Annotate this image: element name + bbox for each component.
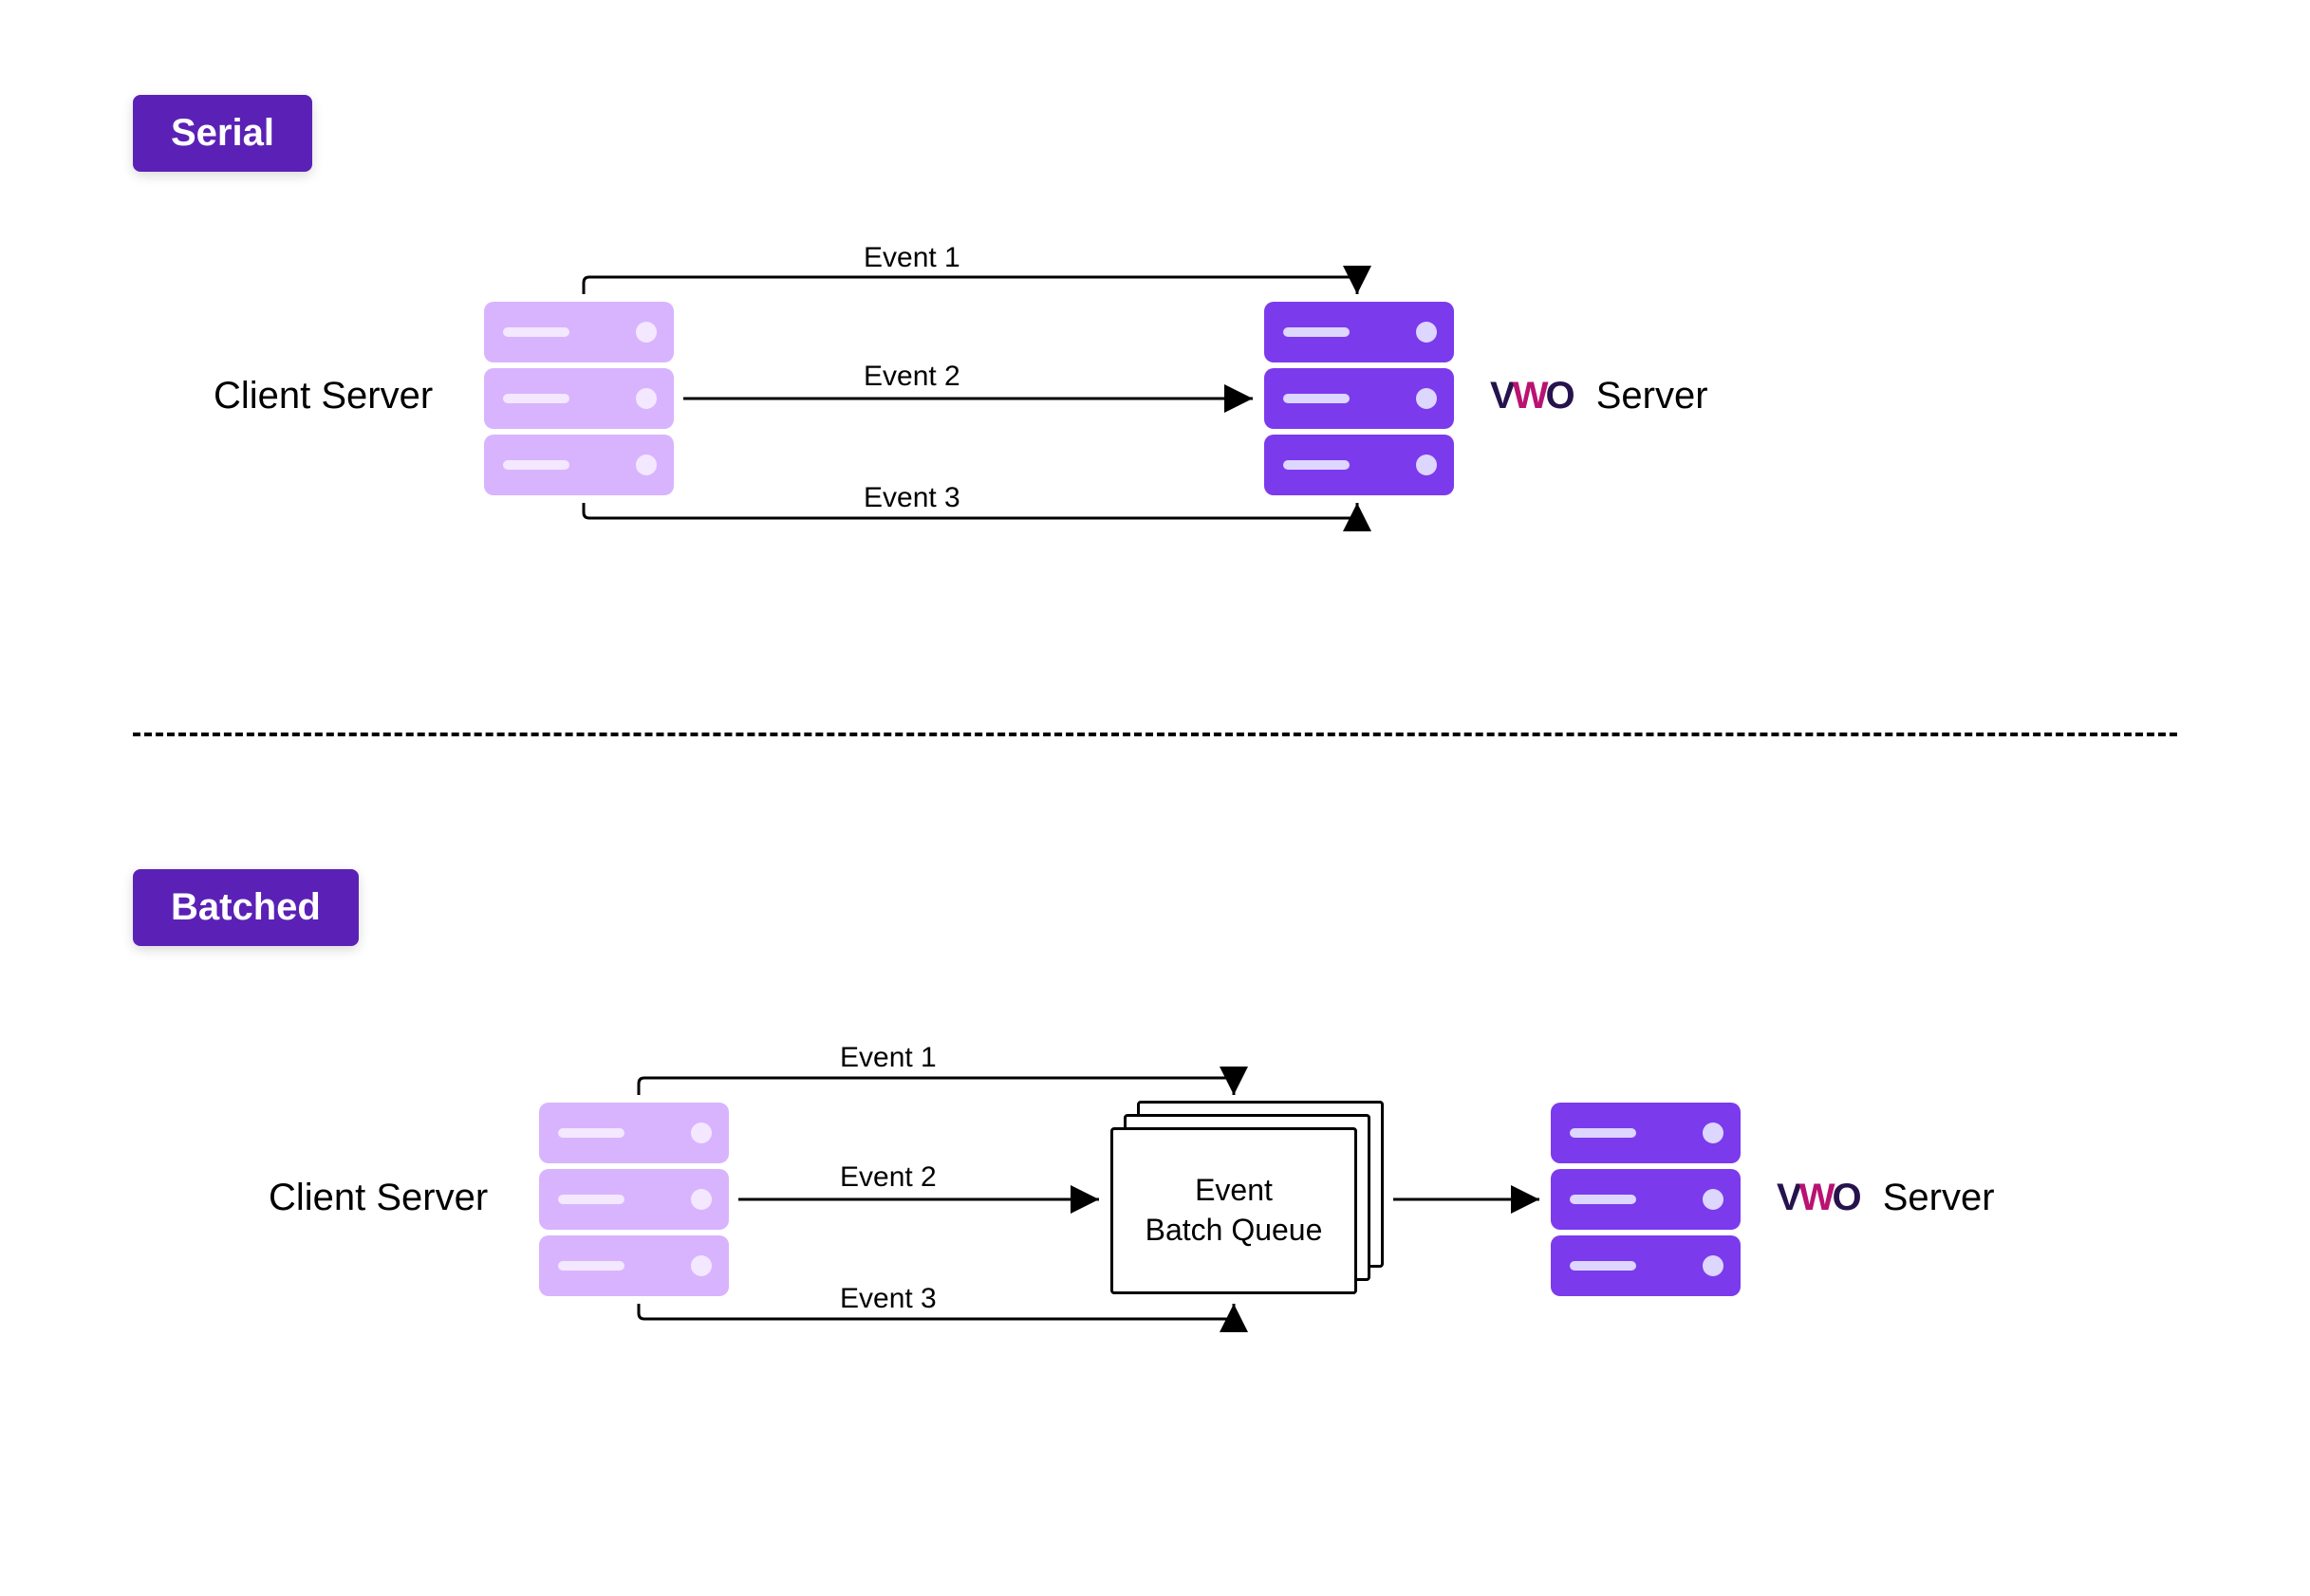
vwo-logo-v-b: V xyxy=(1777,1177,1801,1219)
vwo-server-icon-batched xyxy=(1551,1103,1741,1296)
label-vwo-server-serial: V W O Server xyxy=(1490,375,1708,418)
label-client-server-serial: Client Server xyxy=(214,375,433,418)
label-client-server-batched: Client Server xyxy=(269,1177,488,1219)
event-3-label-batched: Event 3 xyxy=(840,1283,937,1315)
event-3-label-serial: Event 3 xyxy=(864,482,960,514)
vwo-server-icon-serial xyxy=(1264,302,1454,495)
vwo-logo-v: V xyxy=(1490,375,1515,418)
badge-batched: Batched xyxy=(133,869,359,946)
event-batch-queue: Event Batch Queue xyxy=(1110,1101,1384,1294)
event-2-label-serial: Event 2 xyxy=(864,361,960,393)
vwo-logo-serial: V W O xyxy=(1490,375,1574,418)
vwo-logo-w-b: W xyxy=(1799,1177,1835,1219)
vwo-logo-batched: V W O xyxy=(1777,1177,1861,1219)
label-vwo-server-text-serial: Server xyxy=(1596,375,1708,417)
section-divider xyxy=(133,733,2177,736)
vwo-logo-o: O xyxy=(1545,375,1574,418)
arrows-batched xyxy=(0,0,2310,1596)
client-server-icon-batched xyxy=(539,1103,729,1296)
vwo-logo-o-b: O xyxy=(1832,1177,1860,1219)
event-1-label-batched: Event 1 xyxy=(840,1042,937,1074)
arrows-serial xyxy=(0,0,2310,731)
badge-serial: Serial xyxy=(133,95,312,172)
client-server-icon-serial xyxy=(484,302,674,495)
event-2-label-batched: Event 2 xyxy=(840,1161,937,1194)
label-vwo-server-text-batched: Server xyxy=(1883,1177,1995,1218)
event-1-label-serial: Event 1 xyxy=(864,242,960,274)
queue-line1: Event xyxy=(1195,1171,1273,1211)
vwo-logo-w: W xyxy=(1513,375,1548,418)
queue-line2: Batch Queue xyxy=(1146,1211,1323,1251)
label-vwo-server-batched: V W O Server xyxy=(1777,1177,1995,1219)
